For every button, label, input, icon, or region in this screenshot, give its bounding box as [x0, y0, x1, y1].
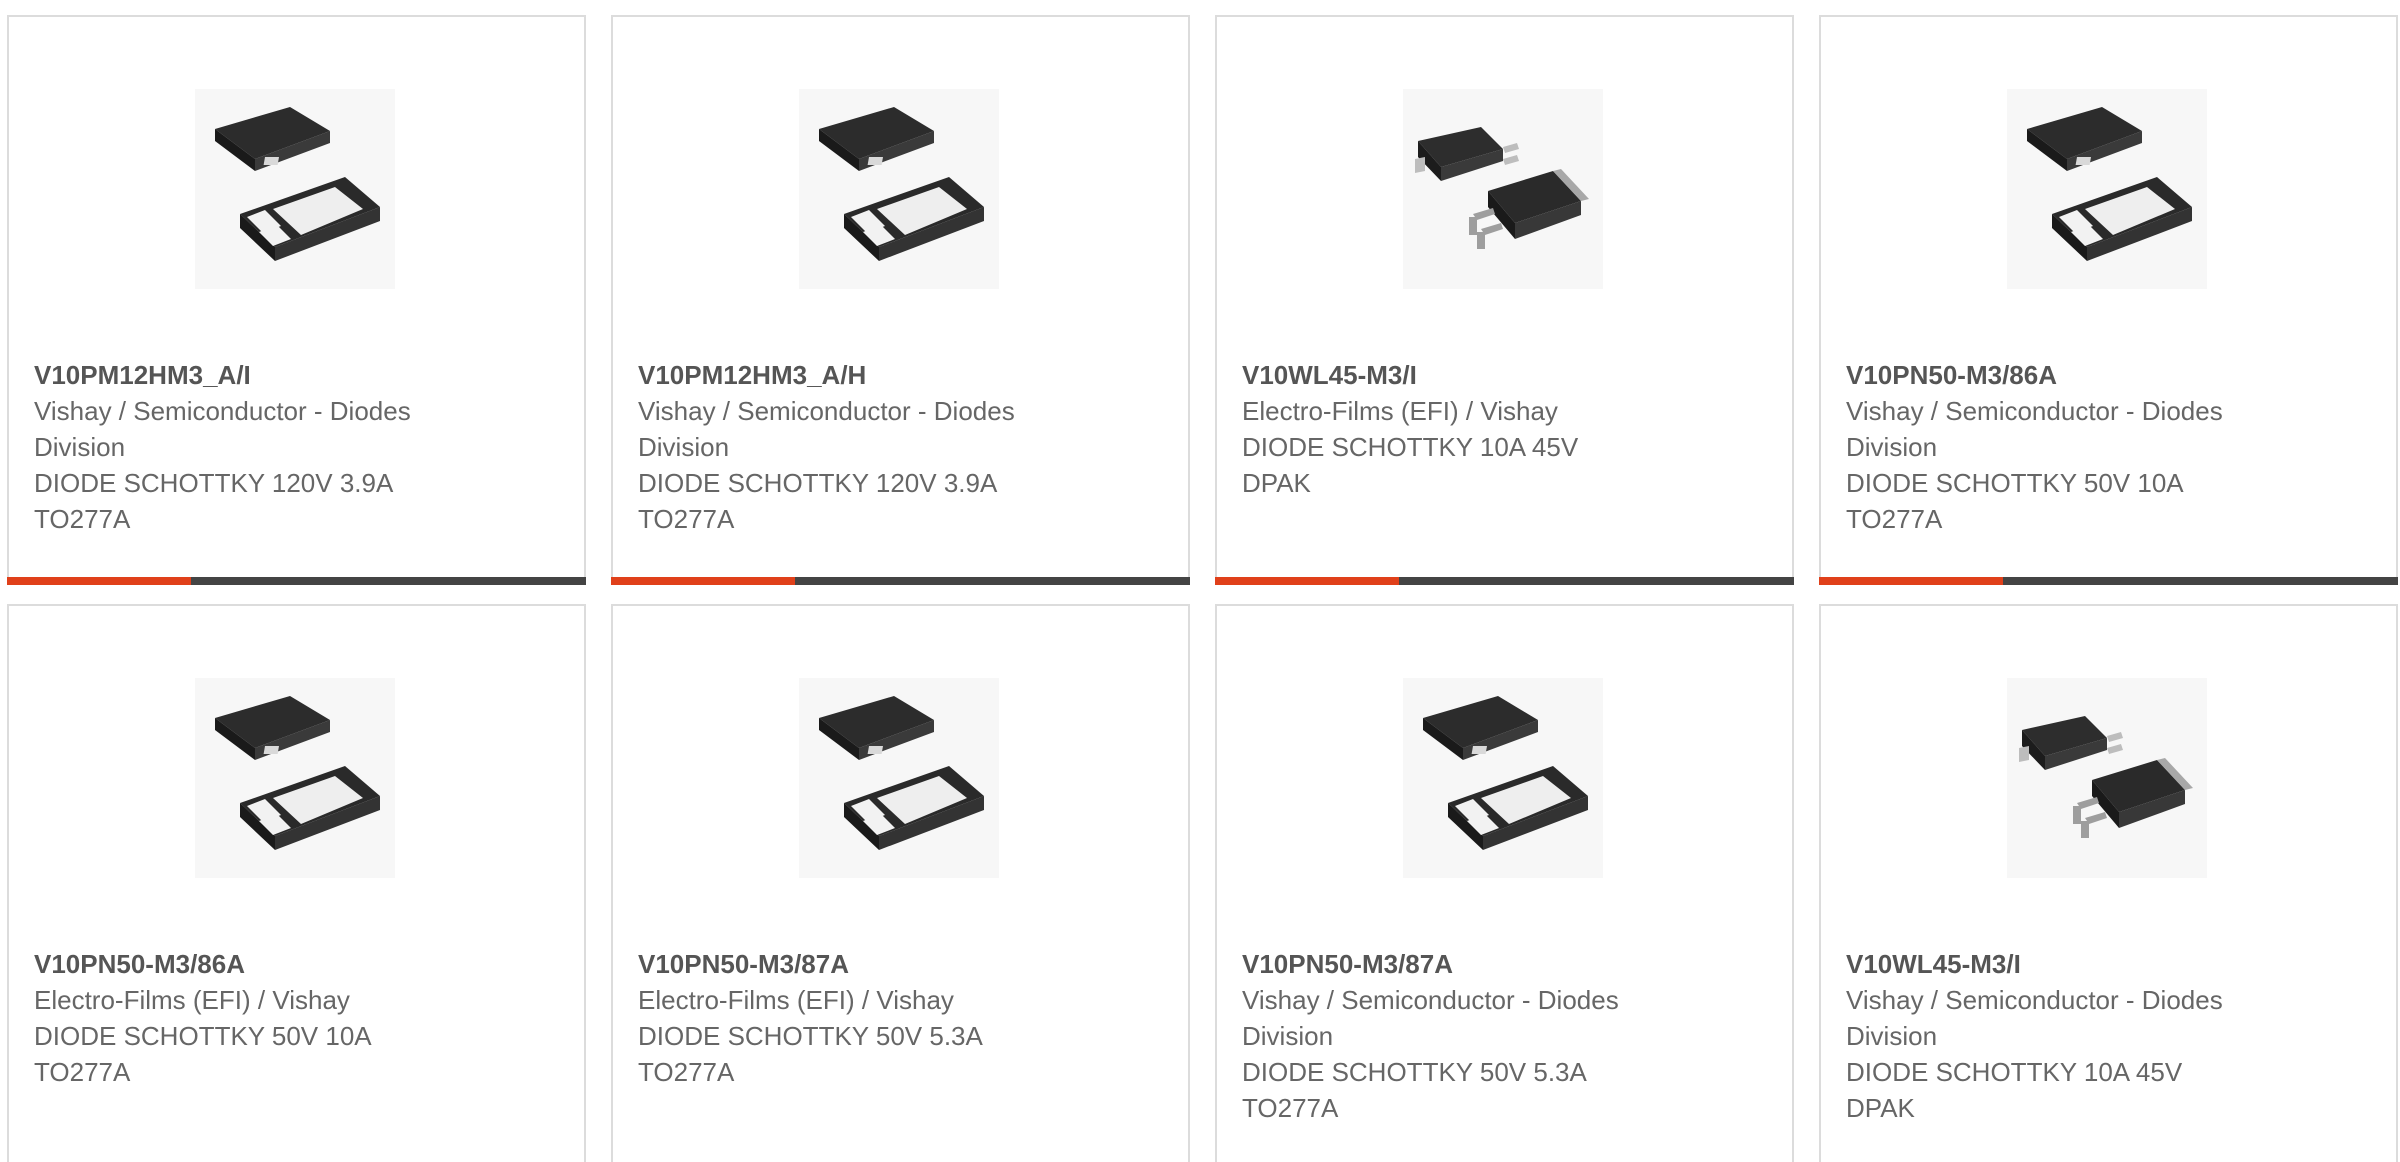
- manufacturer-line-2: Division: [1242, 1021, 1334, 1051]
- card-accent: [1215, 577, 1399, 585]
- manufacturer-line-1: Vishay / Semiconductor - Diodes: [1242, 985, 1619, 1015]
- card-accent: [611, 577, 795, 585]
- part-number-link[interactable]: V10PN50-M3/86A: [34, 946, 564, 982]
- dpak-package-icon[interactable]: [2007, 678, 2207, 878]
- product-card[interactable]: V10PM12HM3_A/H Vishay / Semiconductor - …: [611, 15, 1190, 585]
- description-line-2: TO277A: [1242, 1093, 1339, 1123]
- card-accent: [7, 577, 191, 585]
- manufacturer-line-2: Division: [638, 432, 730, 462]
- to277a-package-icon[interactable]: [799, 89, 999, 289]
- to277a-package-icon[interactable]: [2007, 89, 2207, 289]
- description-line-1: DIODE SCHOTTKY 10A 45V: [1242, 432, 1579, 462]
- product-info: V10PN50-M3/87A Vishay / Semiconductor - …: [1242, 946, 1772, 1126]
- description-line-2: TO277A: [1846, 504, 1943, 534]
- card-accent-bar: [1215, 577, 1794, 585]
- part-number-link[interactable]: V10PM12HM3_A/H: [638, 357, 1168, 393]
- manufacturer-line-1: Vishay / Semiconductor - Diodes: [638, 396, 1015, 426]
- part-number-link[interactable]: V10PN50-M3/86A: [1846, 357, 2376, 393]
- description-line-1: DIODE SCHOTTKY 50V 5.3A: [638, 1021, 983, 1051]
- product-card[interactable]: V10PN50-M3/86A Electro-Films (EFI) / Vis…: [7, 604, 586, 1162]
- description-line-2: DPAK: [1242, 468, 1311, 498]
- part-number-link[interactable]: V10PN50-M3/87A: [1242, 946, 1772, 982]
- product-card[interactable]: V10PN50-M3/86A Vishay / Semiconductor - …: [1819, 15, 2398, 585]
- description-line-2: DPAK: [1846, 1093, 1915, 1123]
- product-info: V10PN50-M3/86A Vishay / Semiconductor - …: [1846, 357, 2376, 537]
- part-number-link[interactable]: V10WL45-M3/I: [1242, 357, 1772, 393]
- product-info: V10PM12HM3_A/I Vishay / Semiconductor - …: [34, 357, 564, 537]
- part-number-link[interactable]: V10WL45-M3/I: [1846, 946, 2376, 982]
- card-accent: [1819, 577, 2003, 585]
- description-line-1: DIODE SCHOTTKY 10A 45V: [1846, 1057, 2183, 1087]
- manufacturer-line-1: Electro-Films (EFI) / Vishay: [34, 985, 350, 1015]
- dpak-package-icon[interactable]: [1403, 89, 1603, 289]
- product-info: V10WL45-M3/I Electro-Films (EFI) / Visha…: [1242, 357, 1772, 501]
- card-accent-bar: [1819, 577, 2398, 585]
- card-accent-bar: [611, 577, 1190, 585]
- manufacturer-line-1: Vishay / Semiconductor - Diodes: [1846, 985, 2223, 1015]
- description-line-1: DIODE SCHOTTKY 50V 10A: [1846, 468, 2184, 498]
- product-info: V10PM12HM3_A/H Vishay / Semiconductor - …: [638, 357, 1168, 537]
- product-card[interactable]: V10PN50-M3/87A Electro-Films (EFI) / Vis…: [611, 604, 1190, 1162]
- product-card[interactable]: V10PM12HM3_A/I Vishay / Semiconductor - …: [7, 15, 586, 585]
- part-number-link[interactable]: V10PM12HM3_A/I: [34, 357, 564, 393]
- manufacturer-line-1: Vishay / Semiconductor - Diodes: [34, 396, 411, 426]
- product-info: V10PN50-M3/87A Electro-Films (EFI) / Vis…: [638, 946, 1168, 1090]
- description-line-1: DIODE SCHOTTKY 50V 5.3A: [1242, 1057, 1587, 1087]
- manufacturer-line-2: Division: [34, 432, 126, 462]
- description-line-2: TO277A: [638, 504, 735, 534]
- product-card[interactable]: V10PN50-M3/87A Vishay / Semiconductor - …: [1215, 604, 1794, 1162]
- description-line-2: TO277A: [34, 504, 131, 534]
- product-card[interactable]: V10WL45-M3/I Electro-Films (EFI) / Visha…: [1215, 15, 1794, 585]
- description-line-1: DIODE SCHOTTKY 50V 10A: [34, 1021, 372, 1051]
- description-line-2: TO277A: [638, 1057, 735, 1087]
- to277a-package-icon[interactable]: [1403, 678, 1603, 878]
- manufacturer-line-2: Division: [1846, 432, 1938, 462]
- product-grid: V10PM12HM3_A/I Vishay / Semiconductor - …: [0, 0, 2400, 1162]
- description-line-1: DIODE SCHOTTKY 120V 3.9A: [638, 468, 998, 498]
- card-accent-bar: [7, 577, 586, 585]
- part-number-link[interactable]: V10PN50-M3/87A: [638, 946, 1168, 982]
- manufacturer-line-2: Division: [1846, 1021, 1938, 1051]
- product-card[interactable]: V10WL45-M3/I Vishay / Semiconductor - Di…: [1819, 604, 2398, 1162]
- to277a-package-icon[interactable]: [799, 678, 999, 878]
- product-info: V10WL45-M3/I Vishay / Semiconductor - Di…: [1846, 946, 2376, 1126]
- description-line-1: DIODE SCHOTTKY 120V 3.9A: [34, 468, 394, 498]
- description-line-2: TO277A: [34, 1057, 131, 1087]
- product-info: V10PN50-M3/86A Electro-Films (EFI) / Vis…: [34, 946, 564, 1090]
- to277a-package-icon[interactable]: [195, 678, 395, 878]
- to277a-package-icon[interactable]: [195, 89, 395, 289]
- manufacturer-line-1: Electro-Films (EFI) / Vishay: [638, 985, 954, 1015]
- manufacturer-line-1: Vishay / Semiconductor - Diodes: [1846, 396, 2223, 426]
- manufacturer-line-1: Electro-Films (EFI) / Vishay: [1242, 396, 1558, 426]
